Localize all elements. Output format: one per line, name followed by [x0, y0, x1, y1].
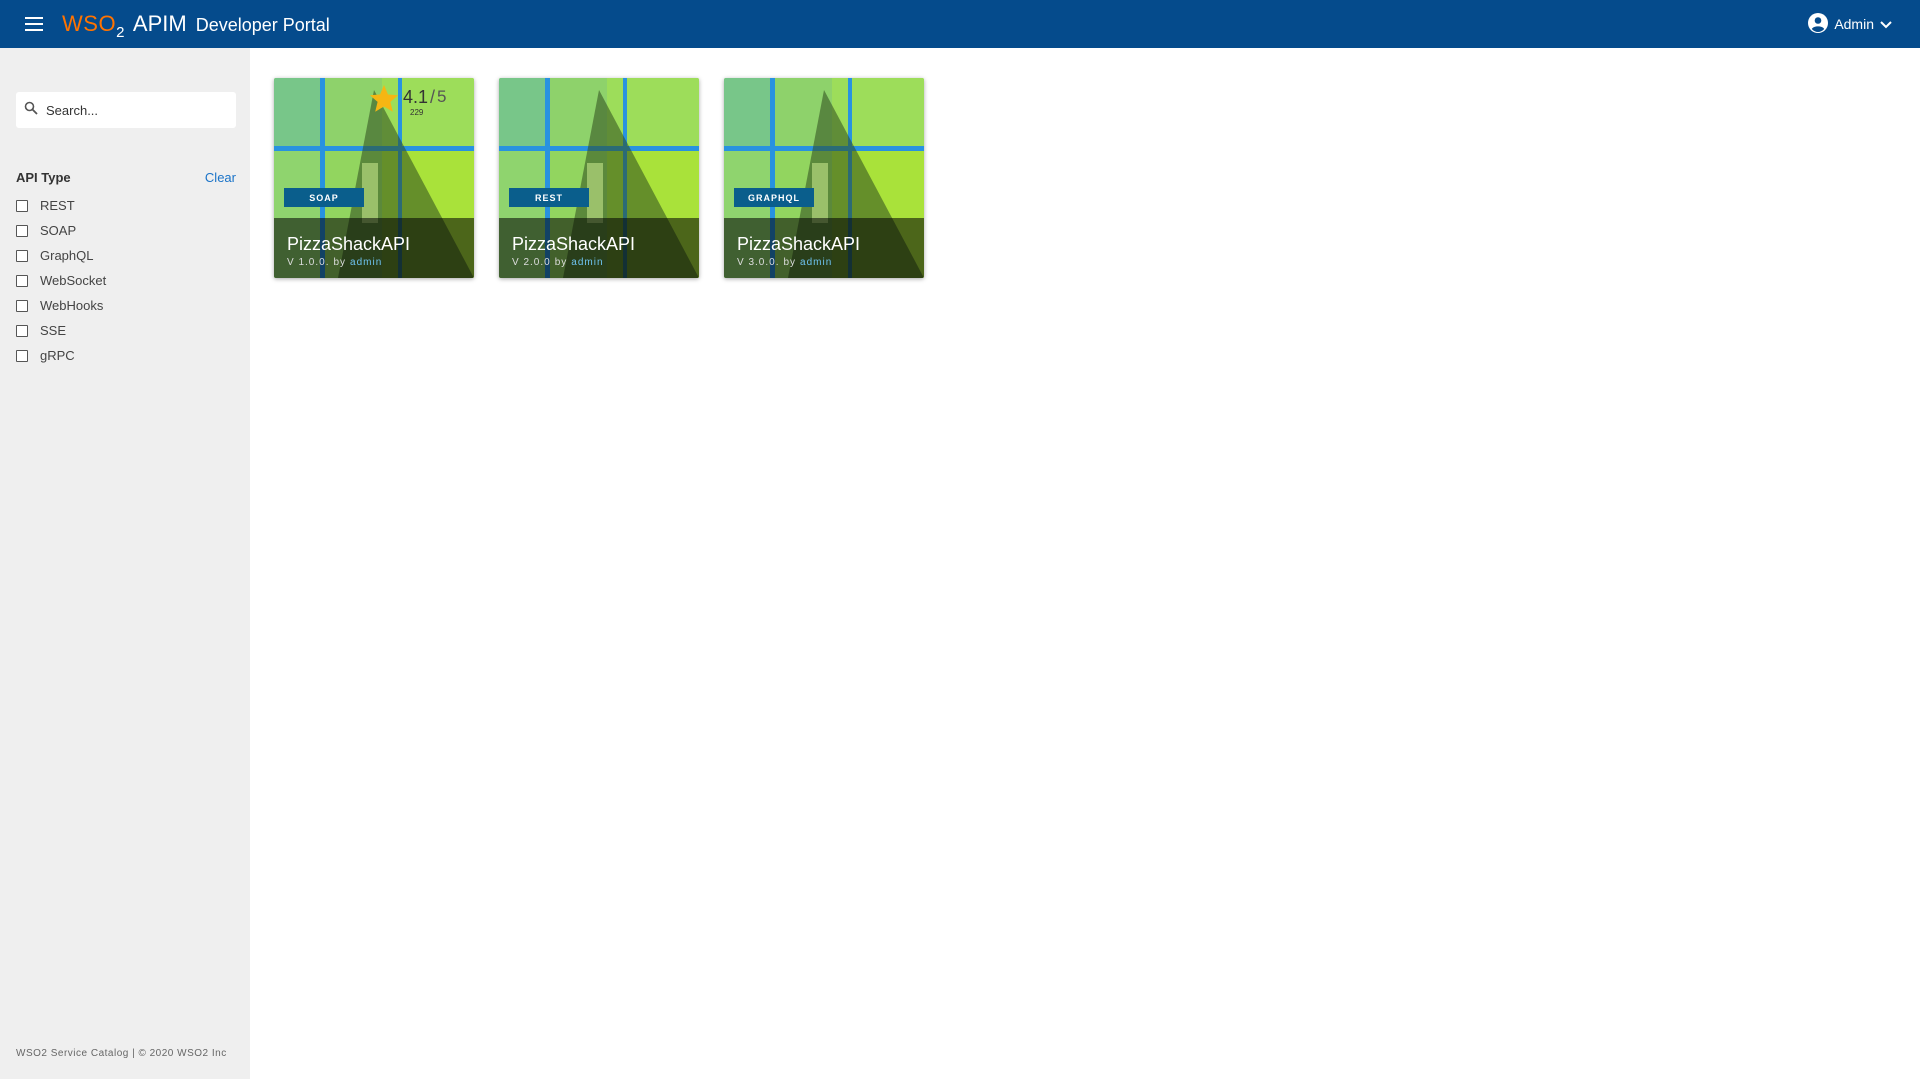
brand-portal-label: Developer Portal — [195, 15, 330, 35]
top-app-bar: WSO2 APIM Developer Portal Admin — [0, 0, 1920, 48]
api-meta: V 3.0.0. by admin — [737, 257, 911, 268]
clear-filter-button[interactable]: Clear — [205, 170, 236, 185]
filter-item-webhooks[interactable]: WebHooks — [16, 293, 106, 318]
api-by-label: by — [783, 257, 797, 268]
checkbox[interactable] — [16, 274, 28, 287]
api-card-info: PizzaShackAPI V 3.0.0. by admin — [724, 218, 924, 278]
api-author-link[interactable]: admin — [350, 257, 382, 268]
filter-item-grpc[interactable]: gRPC — [16, 343, 106, 368]
filter-label: SOAP — [40, 223, 77, 238]
brand-wso2-logo: WSO2 — [62, 11, 125, 41]
search-icon — [16, 101, 38, 120]
api-card-grid: 4.1 / 5 229 SOAP PizzaShackAPI V 1.0.0. … — [274, 78, 924, 278]
api-author-link[interactable]: admin — [571, 257, 603, 268]
search-box[interactable] — [16, 92, 236, 128]
checkbox[interactable] — [16, 224, 28, 237]
api-card-info: PizzaShackAPI V 1.0.0. by admin — [274, 218, 474, 278]
api-author-link[interactable]: admin — [800, 257, 832, 268]
filter-label: GraphQL — [40, 248, 94, 263]
api-by-label: by — [554, 257, 568, 268]
api-type-filter-list: REST SOAP GraphQL WebSocket WebHooks SSE… — [16, 193, 106, 368]
hamburger-menu-icon[interactable] — [19, 9, 49, 39]
search-input[interactable] — [46, 102, 226, 118]
filter-label: REST — [40, 198, 75, 213]
api-type-badge: SOAP — [284, 188, 364, 207]
api-card[interactable]: REST PizzaShackAPI V 2.0.0 by admin — [499, 78, 699, 278]
api-version: V 1.0.0. — [287, 257, 330, 268]
filter-label: WebHooks — [40, 298, 104, 313]
checkbox[interactable] — [16, 324, 28, 337]
filter-label: SSE — [40, 323, 67, 338]
brand-apim-label: APIM — [132, 11, 187, 36]
rating-display: 4.1 / 5 229 — [367, 83, 447, 120]
filter-label: gRPC — [40, 348, 75, 363]
filter-item-websocket[interactable]: WebSocket — [16, 268, 106, 293]
filter-label: WebSocket — [40, 273, 107, 288]
checkbox[interactable] — [16, 349, 28, 362]
api-name[interactable]: PizzaShackAPI — [512, 234, 686, 255]
api-type-filter-header: API Type Clear — [16, 170, 236, 185]
rating-separator: / — [430, 87, 436, 107]
api-name[interactable]: PizzaShackAPI — [737, 234, 911, 255]
brand-logo[interactable]: WSO2 APIM Developer Portal — [62, 11, 330, 41]
api-card-info: PizzaShackAPI V 2.0.0 by admin — [499, 218, 699, 278]
filter-item-graphql[interactable]: GraphQL — [16, 243, 106, 268]
checkbox[interactable] — [16, 199, 28, 212]
api-type-badge: GRAPHQL — [734, 188, 814, 207]
rating-value: 4.1 — [403, 87, 429, 107]
api-version: V 2.0.0 — [512, 257, 551, 268]
sidebar-footer: WSO2 Service Catalog | © 2020 WSO2 Inc — [16, 1048, 227, 1059]
chevron-down-icon — [1880, 16, 1892, 32]
user-menu[interactable]: Admin — [1808, 0, 1892, 48]
api-version: V 3.0.0. — [737, 257, 780, 268]
user-name: Admin — [1834, 16, 1874, 32]
rating-count: 229 — [410, 108, 424, 117]
api-meta: V 2.0.0 by admin — [512, 257, 686, 268]
api-meta: V 1.0.0. by admin — [287, 257, 461, 268]
filter-sidebar: API Type Clear REST SOAP GraphQL WebSock… — [0, 48, 250, 1079]
api-type-filter-title: API Type — [16, 170, 71, 185]
account-circle-icon — [1808, 12, 1829, 36]
filter-item-rest[interactable]: REST — [16, 193, 106, 218]
star-icon — [367, 83, 401, 120]
api-type-badge: REST — [509, 188, 589, 207]
checkbox[interactable] — [16, 249, 28, 262]
filter-item-soap[interactable]: SOAP — [16, 218, 106, 243]
checkbox[interactable] — [16, 299, 28, 312]
rating-max: 5 — [437, 87, 447, 106]
api-card[interactable]: 4.1 / 5 229 SOAP PizzaShackAPI V 1.0.0. … — [274, 78, 474, 278]
api-by-label: by — [333, 257, 347, 268]
api-card[interactable]: GRAPHQL PizzaShackAPI V 3.0.0. by admin — [724, 78, 924, 278]
filter-item-sse[interactable]: SSE — [16, 318, 106, 343]
api-name[interactable]: PizzaShackAPI — [287, 234, 461, 255]
